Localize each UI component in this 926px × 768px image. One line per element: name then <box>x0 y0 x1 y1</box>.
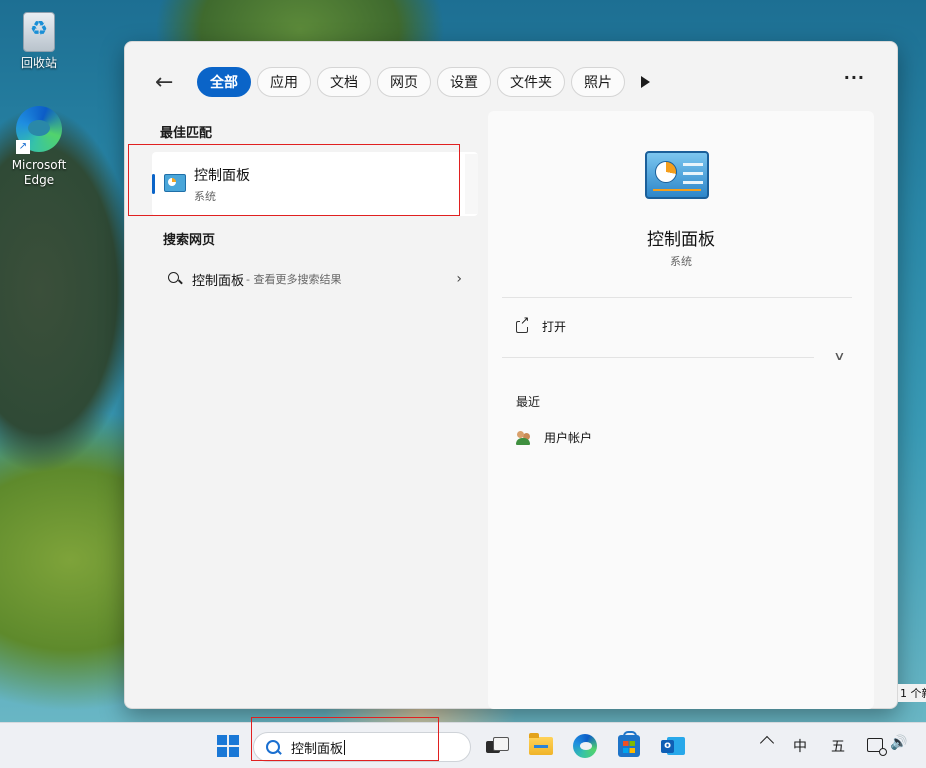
edge-taskbar-button[interactable] <box>571 732 599 760</box>
control-panel-icon <box>645 151 709 199</box>
recycle-bin-icon <box>23 12 55 52</box>
task-view-icon <box>486 737 509 755</box>
chevron-down-icon[interactable]: ∨ <box>833 349 845 363</box>
store-icon <box>618 731 640 757</box>
best-match-result[interactable]: 控制面板 系统 <box>152 152 478 216</box>
search-value: 控制面板 <box>291 741 344 757</box>
outlook-icon <box>661 735 685 757</box>
text-caret <box>344 739 346 755</box>
result-name: 控制面板 <box>194 168 250 184</box>
recent-item-user-accounts[interactable]: 用户帐户 <box>516 429 592 446</box>
shortcut-arrow-icon: ↗ <box>16 140 30 154</box>
recent-title: 最近 <box>516 395 541 409</box>
tab-all[interactable]: 全部 <box>197 67 251 97</box>
back-button[interactable]: ← <box>155 67 191 97</box>
search-filter-tabs: ← 全部 应用 文档 网页 设置 文件夹 照片 <box>155 66 659 98</box>
open-external-icon <box>516 314 530 333</box>
chevron-up-icon[interactable] <box>759 735 775 751</box>
search-icon <box>266 739 281 755</box>
divider <box>502 297 852 298</box>
tab-apps[interactable]: 应用 <box>257 67 311 97</box>
taskbar-search-input[interactable]: 控制面板 <box>253 732 471 762</box>
result-scrollbar[interactable] <box>465 154 478 214</box>
web-search-title: 搜索网页 <box>163 233 216 248</box>
divider <box>502 357 814 358</box>
network-icon[interactable] <box>867 738 887 756</box>
open-action[interactable]: 打开 <box>516 314 567 335</box>
tab-photos[interactable]: 照片 <box>571 67 625 97</box>
detail-pane: 控制面板 系统 打开 ∨ 最近 用户帐户 <box>488 111 874 709</box>
recent-item-label: 用户帐户 <box>544 431 593 445</box>
tab-settings[interactable]: 设置 <box>437 67 491 97</box>
tab-web[interactable]: 网页 <box>377 67 431 97</box>
selection-indicator <box>152 174 155 194</box>
detail-title: 控制面板 <box>647 230 715 250</box>
web-search-hint: - 查看更多搜索结果 <box>246 273 342 286</box>
control-panel-icon <box>164 174 186 192</box>
ime-language-indicator[interactable]: 中 <box>793 736 807 756</box>
desktop-icon-edge[interactable]: ↗ Microsoft Edge <box>3 106 75 188</box>
result-subtitle: 系统 <box>194 190 216 203</box>
user-accounts-icon <box>516 430 532 446</box>
chevron-right-icon: › <box>456 271 462 287</box>
store-button[interactable] <box>615 731 643 760</box>
search-panel: ← 全部 应用 文档 网页 设置 文件夹 照片 ··· 最佳匹配 控制面板 系统… <box>124 41 898 709</box>
more-tabs-button[interactable] <box>631 67 659 97</box>
volume-icon[interactable]: 🔊 <box>890 735 907 751</box>
taskbar: 控制面板 中 五 🔊 <box>0 717 926 768</box>
desktop-icon-recycle-bin[interactable]: 回收站 <box>3 12 75 71</box>
best-match-title: 最佳匹配 <box>160 126 213 141</box>
search-icon <box>168 272 182 286</box>
tab-documents[interactable]: 文档 <box>317 67 371 97</box>
web-search-query: 控制面板 <box>192 273 245 289</box>
desktop-icon-label: 回收站 <box>20 56 57 70</box>
detail-subtitle: 系统 <box>670 255 692 268</box>
open-label: 打开 <box>542 320 567 334</box>
desktop-icon-label: Microsoft Edge <box>11 158 67 187</box>
edge-icon: ↗ <box>16 106 62 154</box>
task-view-button[interactable] <box>483 732 511 760</box>
start-button[interactable] <box>214 732 242 760</box>
web-search-result[interactable]: 控制面板 - 查看更多搜索结果 › <box>152 261 472 297</box>
ime-mode-indicator[interactable]: 五 <box>831 736 845 756</box>
play-icon <box>640 76 650 88</box>
edge-icon <box>573 734 597 758</box>
tab-folders[interactable]: 文件夹 <box>497 67 565 97</box>
file-explorer-button[interactable] <box>527 732 555 760</box>
notification-fragment: 1 个新 <box>898 684 926 702</box>
windows-logo-icon <box>217 735 239 757</box>
outlook-button[interactable] <box>659 732 687 760</box>
file-explorer-icon <box>529 733 553 755</box>
more-options-button[interactable]: ··· <box>844 68 865 87</box>
